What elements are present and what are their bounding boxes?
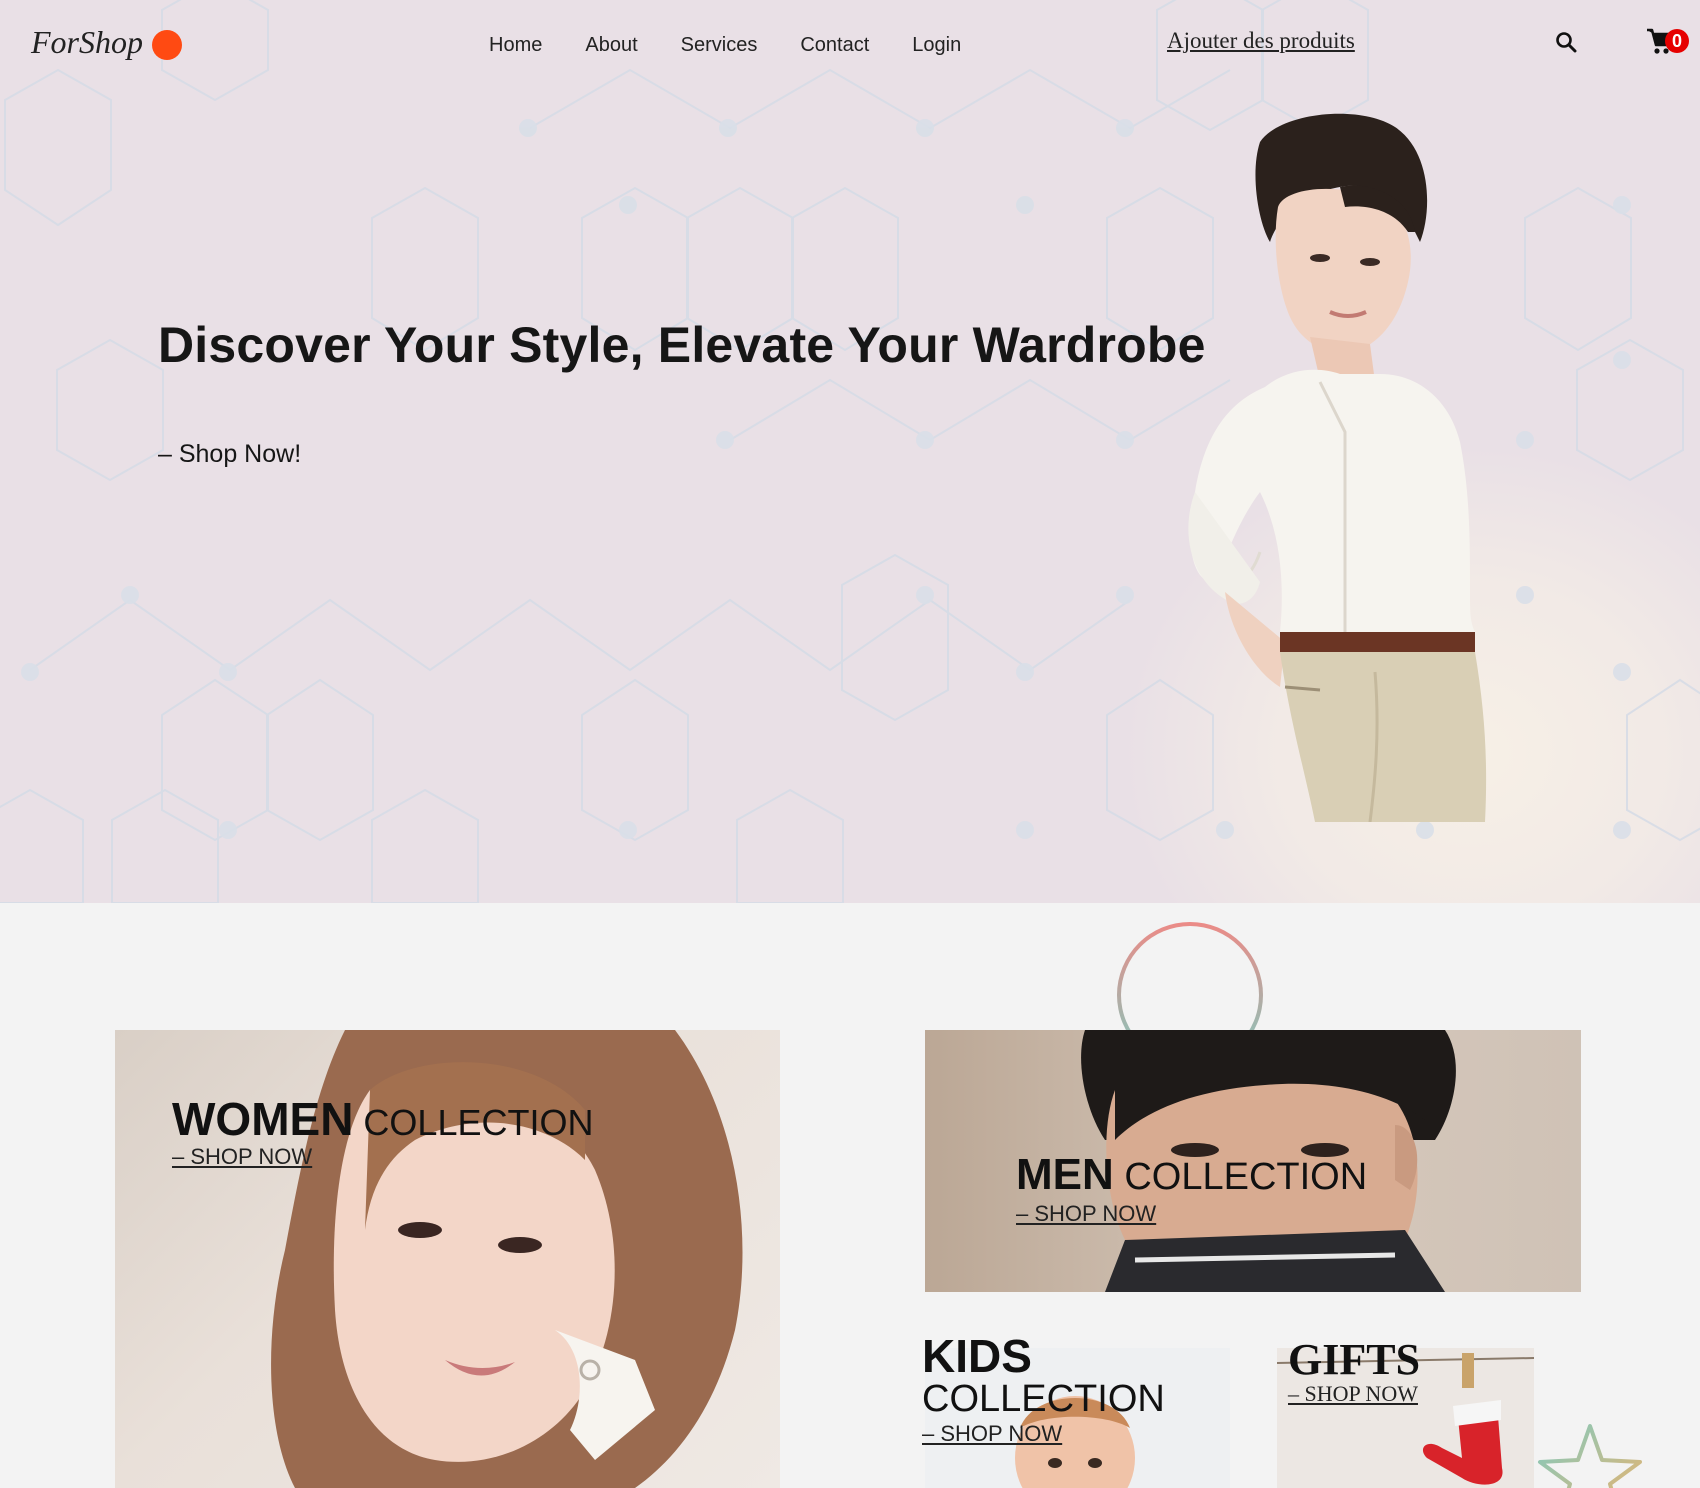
women-title-rest: COLLECTION — [353, 1102, 594, 1143]
star-decoration-icon — [1538, 1424, 1642, 1488]
hero-model-image — [1188, 113, 1487, 822]
brand-logo[interactable]: ForShop — [31, 24, 182, 61]
nav-link-home[interactable]: Home — [489, 34, 542, 57]
men-title-rest: COLLECTION — [1113, 1156, 1368, 1198]
women-shop-now-link[interactable]: – SHOP NOW — [172, 1144, 312, 1170]
men-shop-now-link[interactable]: – SHOP NOW — [1016, 1201, 1156, 1227]
nav-link-services[interactable]: Services — [681, 34, 758, 57]
add-products-link[interactable]: Ajouter des produits — [1167, 28, 1355, 54]
men-title-bold: MEN — [1016, 1150, 1114, 1199]
kids-shop-now-link[interactable]: – SHOP NOW — [922, 1421, 1062, 1447]
men-collection-title: MEN COLLECTION — [1016, 1150, 1367, 1200]
gifts-shop-now-link[interactable]: – SHOP NOW — [1288, 1381, 1418, 1407]
hero-shop-now-link[interactable]: – Shop Now! — [158, 440, 301, 469]
women-title-bold: WOMEN — [172, 1093, 354, 1145]
cart-count-badge: 0 — [1665, 29, 1689, 53]
nav-link-contact[interactable]: Contact — [800, 34, 869, 57]
women-collection-title: WOMEN COLLECTION — [172, 1092, 593, 1146]
brand-name: ForShop — [31, 24, 143, 60]
main-nav: Home About Services Contact Login — [489, 34, 1004, 57]
kids-collection-title-line2: COLLECTION — [922, 1378, 1165, 1420]
kids-collection-title-line1: KIDS — [922, 1330, 1032, 1382]
search-icon[interactable] — [1555, 31, 1577, 53]
gifts-collection-title: GIFTS — [1288, 1335, 1421, 1384]
brand-dot-icon — [152, 29, 182, 60]
nav-link-login[interactable]: Login — [912, 34, 961, 57]
hero-title: Discover Your Style, Elevate Your Wardro… — [158, 317, 1206, 373]
nav-link-about[interactable]: About — [585, 34, 637, 57]
